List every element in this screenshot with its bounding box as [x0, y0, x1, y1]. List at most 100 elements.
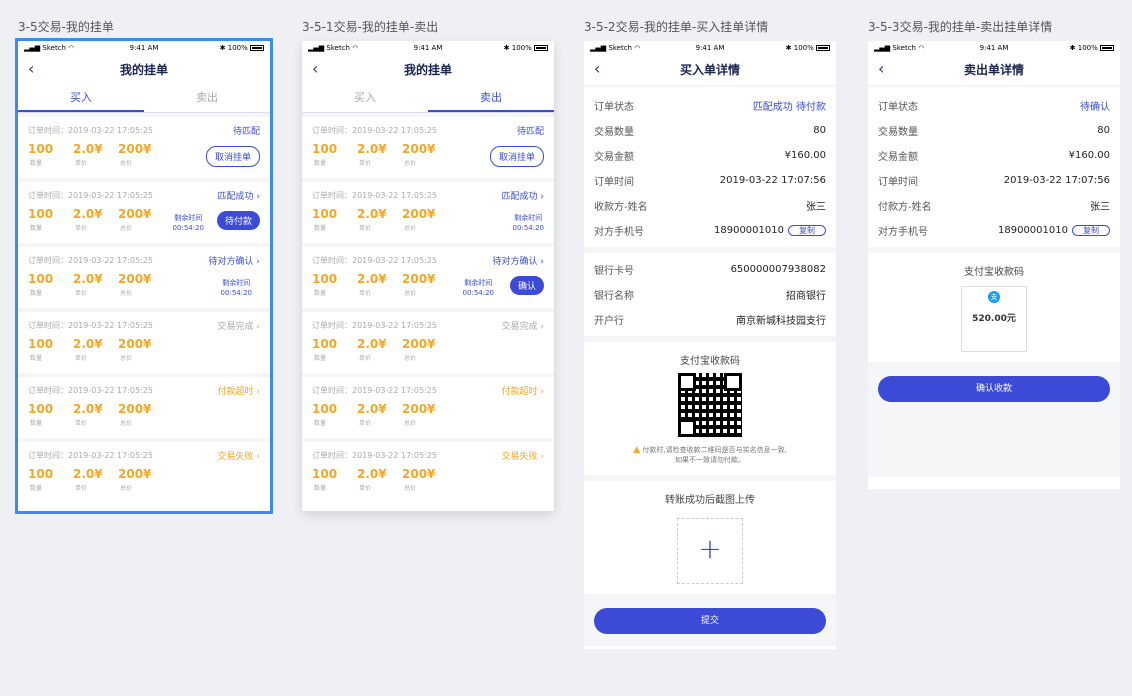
- price: 2.0¥ 单价: [357, 272, 387, 297]
- copy-button[interactable]: 复制: [1072, 225, 1110, 236]
- back-icon[interactable]: ‹: [878, 59, 884, 78]
- confirm-receipt-button[interactable]: 确认收款: [878, 376, 1110, 402]
- order-time: 订单时间：2019-03-22 17:05:25: [28, 126, 153, 135]
- detail-row: 订单状态 匹配成功 待付款: [594, 102, 826, 113]
- price: 2.0¥ 单价: [357, 467, 387, 492]
- remaining-time: 剩余时间 00:54:20: [220, 279, 252, 297]
- order-status: 交易失败 ›: [501, 452, 545, 462]
- total: 200¥ 总价: [402, 142, 436, 167]
- order-status: 匹配成功 ›: [501, 192, 545, 202]
- navbar: ‹ 我的挂单: [302, 55, 554, 85]
- detail-row: 对方手机号 18900001010 复制: [594, 218, 826, 243]
- remaining-time: 剩余时间 00:54:20: [512, 214, 544, 232]
- chevron-right-icon: ›: [256, 322, 260, 332]
- bluetooth-icon: ✱: [219, 44, 226, 52]
- tab-sell[interactable]: 卖出: [144, 85, 270, 112]
- qr-card: 支付宝收款码 支 520.00元: [868, 253, 1120, 362]
- order-list: 订单时间：2019-03-22 17:05:25 待匹配 100 数量 2.0¥ 单价 20…: [18, 113, 270, 503]
- total: 200¥ 总价: [118, 467, 152, 492]
- bank-info-card: 银行卡号 650000007938082 银行名称 招商银行 开户行 南京新城科技园支行: [584, 253, 836, 336]
- artboard-title-4: 3-5-3交易-我的挂单-卖出挂单详情: [868, 20, 1053, 34]
- submit-button[interactable]: 提交: [594, 608, 826, 634]
- battery-percent: 100%: [227, 44, 248, 52]
- cancel-order-button[interactable]: 取消挂单: [205, 146, 260, 167]
- navbar: ‹ 卖出单详情: [868, 55, 1120, 85]
- total: 200¥ 总价: [118, 142, 152, 167]
- total: 200¥ 总价: [402, 207, 436, 232]
- order-time: 订单时间：2019-03-22 17:05:25: [28, 191, 153, 200]
- order-status: 待对方确认 ›: [208, 257, 261, 267]
- list-item[interactable]: 订单时间：2019-03-22 17:05:25 交易失败 › 100 数量 2.0¥ 单…: [302, 442, 554, 503]
- tabs: 买入 卖出: [18, 85, 270, 113]
- pending-payment-button[interactable]: 待付款: [216, 211, 260, 230]
- qty: 100 数量: [28, 402, 54, 427]
- upload-plus-icon[interactable]: +: [677, 518, 743, 584]
- price: 2.0¥ 单价: [357, 207, 387, 232]
- list-item[interactable]: 订单时间：2019-03-22 17:05:25 匹配成功 › 100 数量 2.0¥ 单…: [302, 182, 554, 243]
- status-bar: ▂▄▆ Sketch ◠ 9:41 AM ✱ 100%: [302, 43, 554, 55]
- total: 200¥ 总价: [402, 467, 436, 492]
- qty: 100 数量: [28, 142, 54, 167]
- list-item[interactable]: 订单时间：2019-03-22 17:05:25 待匹配 100 数量 2.0¥ 单价 20…: [302, 117, 554, 178]
- qty: 100 数量: [312, 467, 338, 492]
- back-icon[interactable]: ‹: [28, 59, 34, 78]
- detail-row: 订单时间 2019-03-22 17:07:56: [878, 175, 1110, 188]
- qty: 100 数量: [28, 467, 54, 492]
- chevron-right-icon: ›: [256, 192, 260, 202]
- list-item[interactable]: 订单时间：2019-03-22 17:05:25 匹配成功 › 100 数量 2.0¥ 单…: [18, 182, 270, 243]
- detail-row: 收款方-姓名 张三: [594, 202, 826, 213]
- qr-title: 支付宝收款码: [964, 267, 1024, 278]
- detail-row: 银行名称 招商银行: [594, 291, 826, 302]
- qr-card: 支付宝收款码 ▲ 付款时,请检查收款二维码是否与实名信息一致, 如果不一致请勿付…: [584, 342, 836, 475]
- order-time: 订单时间：2019-03-22 17:05:25: [28, 256, 153, 265]
- detail-body: 订单状态 待确认 交易数量 80 交易金额 ¥160.00 订单时间 2019-03-22 1…: [868, 85, 1120, 477]
- qty: 100 数量: [28, 337, 54, 362]
- order-list: 订单时间：2019-03-22 17:05:25 待匹配 100 数量 2.0¥ 单价 20…: [302, 113, 554, 503]
- chevron-right-icon: ›: [256, 452, 260, 462]
- phone-sell-detail: ▂▄▆ Sketch ◠ 9:41 AM ✱ 100% ‹ 卖出单详情 订单状态…: [868, 41, 1120, 489]
- list-item[interactable]: 订单时间：2019-03-22 17:05:25 付款超时 › 100 数量 2.0¥ 单…: [18, 377, 270, 438]
- list-item[interactable]: 订单时间：2019-03-22 17:05:25 待对方确认 › 100 数量 2.0¥…: [18, 247, 270, 308]
- chevron-right-icon: ›: [540, 322, 544, 332]
- phone-buy-detail: ▂▄▆ Sketch ◠ 9:41 AM ✱ 100% ‹ 买入单详情 订单状态…: [584, 41, 836, 649]
- list-item[interactable]: 订单时间：2019-03-22 17:05:25 交易完成 › 100 数量 2.0¥ 单…: [18, 312, 270, 373]
- tab-buy[interactable]: 买入: [302, 85, 428, 112]
- back-icon[interactable]: ‹: [312, 59, 318, 78]
- chevron-right-icon: ›: [540, 192, 544, 202]
- battery-icon: [250, 45, 264, 51]
- price: 2.0¥ 单价: [73, 272, 103, 297]
- bluetooth-icon: ✱: [503, 44, 510, 52]
- back-icon[interactable]: ‹: [594, 59, 600, 78]
- detail-row: 交易金额 ¥160.00: [594, 150, 826, 163]
- detail-row: 付款方-姓名 张三: [878, 202, 1110, 213]
- order-status: 待对方确认 ›: [492, 257, 545, 267]
- remaining-time: 剩余时间 00:54:20: [462, 279, 494, 297]
- list-item[interactable]: 订单时间：2019-03-22 17:05:25 待对方确认 › 100 数量 2.0¥…: [302, 247, 554, 308]
- qty: 100 数量: [312, 272, 338, 297]
- confirm-button[interactable]: 确认: [509, 276, 544, 295]
- chevron-right-icon: ›: [256, 387, 260, 397]
- price: 2.0¥ 单价: [73, 207, 103, 232]
- cancel-order-button[interactable]: 取消挂单: [489, 146, 544, 167]
- chevron-right-icon: ›: [540, 387, 544, 397]
- list-item[interactable]: 订单时间：2019-03-22 17:05:25 交易完成 › 100 数量 2.0¥ 单…: [302, 312, 554, 373]
- page-title: 卖出单详情: [963, 63, 1024, 77]
- total: 200¥ 总价: [118, 337, 152, 362]
- phone-my-orders-sell: ▂▄▆ Sketch ◠ 9:41 AM ✱ 100% ‹ 我的挂单 买入 卖出…: [302, 41, 554, 511]
- tab-buy[interactable]: 买入: [18, 85, 144, 112]
- list-item[interactable]: 订单时间：2019-03-22 17:05:25 付款超时 › 100 数量 2.0¥ 单…: [302, 377, 554, 438]
- copy-button[interactable]: 复制: [788, 225, 826, 236]
- qty: 100 数量: [312, 337, 338, 362]
- battery-icon: [816, 45, 830, 51]
- total: 200¥ 总价: [402, 272, 436, 297]
- detail-row: 交易数量 80: [878, 125, 1110, 138]
- tab-sell[interactable]: 卖出: [428, 85, 554, 112]
- tabs: 买入 卖出: [302, 85, 554, 113]
- list-item[interactable]: 订单时间：2019-03-22 17:05:25 待匹配 100 数量 2.0¥ 单价 20…: [18, 117, 270, 178]
- order-time: 订单时间：2019-03-22 17:05:25: [28, 321, 153, 330]
- list-item[interactable]: 订单时间：2019-03-22 17:05:25 交易失败 › 100 数量 2.0¥ 单…: [18, 442, 270, 503]
- detail-row: 交易数量 80: [594, 125, 826, 138]
- detail-row: 订单状态 待确认: [878, 102, 1110, 113]
- order-time: 订单时间：2019-03-22 17:05:25: [28, 451, 153, 460]
- order-status: 待匹配: [516, 127, 544, 137]
